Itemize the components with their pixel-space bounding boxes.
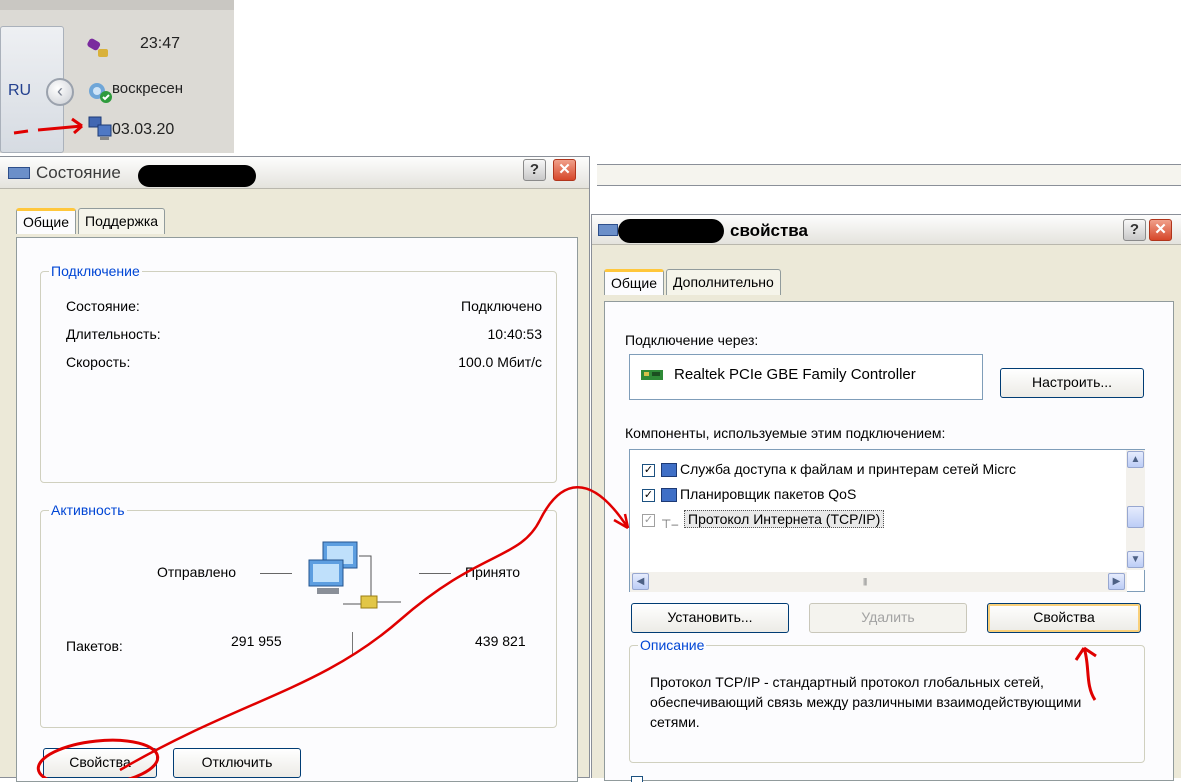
network-icon	[598, 224, 618, 236]
network-icon	[8, 167, 30, 179]
adapter-box: Realtek PCIe GBE Family Controller	[629, 354, 983, 400]
component-label: Протокол Интернета (TCP/IP)	[684, 510, 885, 528]
close-button[interactable]: ✕	[553, 159, 576, 181]
packets-received: 439 821	[475, 633, 526, 649]
chevron-left-icon[interactable]: ‹	[46, 78, 74, 106]
connection-legend: Подключение	[49, 263, 142, 279]
disable-button[interactable]: Отключить	[173, 748, 301, 778]
scroll-left-button[interactable]: ◀	[632, 573, 649, 590]
tab-general[interactable]: Общие	[604, 269, 665, 295]
components-list: ✓ Служба доступа к файлам и принтерам сет…	[629, 449, 1145, 592]
properties-window-title: свойства	[730, 221, 808, 240]
clock-day[interactable]: воскресен	[112, 80, 183, 97]
language-indicator[interactable]: RU	[8, 82, 31, 100]
network-activity-icon	[308, 541, 401, 609]
configure-button[interactable]: Настроить...	[1000, 368, 1144, 398]
scroll-grip-icon: |||	[863, 577, 867, 586]
background-window	[597, 164, 1181, 186]
component-label: Служба доступа к файлам и принтерам сете…	[680, 461, 1016, 477]
properties-tabs: Общие Дополнительно	[604, 269, 783, 295]
network-card-icon	[641, 370, 663, 380]
duration-value: 10:40:53	[487, 326, 543, 342]
component-checkbox[interactable]: ✓	[642, 513, 655, 527]
properties-panel: Подключение через: Realtek PCIe GBE Fami…	[604, 301, 1174, 782]
status-label: Состояние:	[66, 298, 140, 314]
remove-button: Удалить	[809, 603, 967, 633]
clock-time[interactable]: 23:47	[140, 35, 180, 53]
status-window-title: Состояние	[36, 163, 121, 182]
close-button[interactable]: ✕	[1149, 219, 1172, 241]
tab-advanced[interactable]: Дополнительно	[666, 269, 781, 295]
list-item[interactable]: ✓ ⊤‒ Протокол Интернета (TCP/IP)	[642, 508, 885, 532]
scroll-thumb[interactable]	[1127, 506, 1144, 528]
network-connection-icon[interactable]	[86, 115, 114, 141]
clock-date[interactable]: 03.03.20	[112, 121, 174, 139]
partial-checkbox[interactable]	[631, 776, 643, 782]
speed-label: Скорость:	[66, 354, 131, 370]
taskbar-edge	[0, 0, 234, 10]
description-group: Описание Протокол TCP/IP - стандартный п…	[629, 637, 1145, 763]
tab-general[interactable]: Общие	[16, 208, 77, 234]
status-value: Подключено	[461, 298, 542, 314]
redacted-name	[138, 165, 256, 187]
status-properties-button[interactable]: Свойства	[43, 748, 157, 778]
sent-label: Отправлено	[157, 564, 237, 580]
tab-support[interactable]: Поддержка	[78, 208, 166, 234]
duration-label: Длительность:	[66, 326, 161, 342]
network-service-icon	[661, 463, 677, 478]
component-checkbox[interactable]: ✓	[642, 488, 655, 502]
component-checkbox[interactable]: ✓	[642, 463, 655, 477]
scroll-up-button[interactable]: ▲	[1127, 451, 1144, 468]
network-service-icon	[661, 488, 677, 503]
protocol-icon: ⊤‒	[661, 517, 679, 532]
scroll-right-button[interactable]: ▶	[1108, 573, 1125, 590]
packets-divider	[352, 632, 353, 656]
packets-label: Пакетов:	[66, 638, 123, 654]
received-label: Принято	[465, 564, 521, 580]
status-panel: Подключение Состояние: Подключено Длител…	[16, 237, 578, 782]
scroll-down-button[interactable]: ▼	[1127, 551, 1144, 568]
help-button[interactable]: ?	[523, 159, 546, 181]
sent-line	[260, 573, 292, 574]
connect-via-label: Подключение через:	[625, 332, 759, 348]
description-legend: Описание	[638, 637, 707, 653]
connection-group: Подключение Состояние: Подключено Длител…	[40, 263, 557, 483]
properties-titlebar[interactable]: свойства ? ✕	[592, 215, 1181, 245]
help-button[interactable]: ?	[1123, 219, 1146, 241]
network-shield-icon[interactable]	[86, 80, 114, 104]
horizontal-scrollbar[interactable]: ◀ ||| ▶	[630, 572, 1127, 592]
status-titlebar[interactable]: Состояние ? ✕	[0, 157, 589, 189]
speed-value: 100.0 Мбит/с	[458, 354, 542, 370]
packets-sent: 291 955	[231, 633, 282, 649]
received-line	[419, 573, 451, 574]
connection-status-window: Состояние ? ✕ Общие Поддержка Подключени…	[0, 156, 590, 782]
vertical-scrollbar[interactable]: ▲ ▼	[1126, 450, 1145, 570]
component-properties-button[interactable]: Свойства	[987, 603, 1141, 633]
activity-group: Активность Отправлено Принято Пакетов: 2…	[40, 502, 557, 728]
install-button[interactable]: Установить...	[631, 603, 789, 633]
taskbar-tray: RU ‹ 23:47 воскресен 03.03.20	[0, 0, 234, 153]
components-label: Компоненты, используемые этим подключени…	[625, 425, 946, 441]
activity-legend: Активность	[49, 502, 127, 518]
component-label: Планировщик пакетов QoS	[680, 486, 857, 502]
adapter-name: Realtek PCIe GBE Family Controller	[674, 366, 916, 383]
list-item[interactable]: ✓ Служба доступа к файлам и принтерам сет…	[642, 458, 1016, 480]
redacted-name	[618, 219, 724, 243]
status-tabs: Общие Поддержка	[16, 208, 167, 234]
connection-properties-window: свойства ? ✕ Общие Дополнительно Подключ…	[591, 214, 1181, 782]
description-text: Протокол TCP/IP - стандартный протокол г…	[650, 674, 1082, 730]
power-tool-icon[interactable]	[84, 38, 110, 60]
list-item[interactable]: ✓ Планировщик пакетов QoS	[642, 483, 856, 505]
